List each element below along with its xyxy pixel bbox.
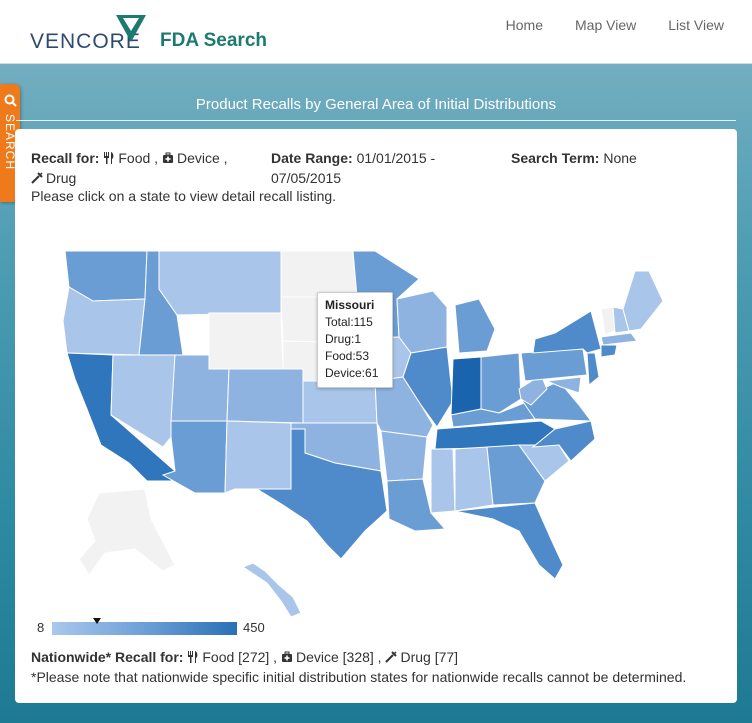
- state-north-dakota[interactable]: [280, 250, 358, 298]
- state-wyoming[interactable]: [208, 312, 284, 370]
- drug-icon: [385, 651, 398, 663]
- page-title: Product Recalls by General Area of Initi…: [195, 96, 557, 113]
- state-hawaii[interactable]: [241, 562, 302, 618]
- recall-types: Recall for: Food , Device , Drug: [31, 150, 228, 186]
- legend-max: 450: [243, 620, 265, 635]
- legend-value-marker-icon: [92, 618, 101, 624]
- state-florida[interactable]: [454, 502, 564, 580]
- title-divider: [16, 120, 736, 121]
- state-ohio[interactable]: [480, 352, 522, 414]
- nationwide-label: Nationwide* Recall for:: [31, 649, 184, 665]
- top-navbar: VENCORE FDA Search Home Map View List Vi…: [0, 0, 752, 64]
- tooltip-food: Food:53: [325, 349, 370, 363]
- recall-drug: Drug: [46, 170, 77, 186]
- tooltip-total: Total:115: [325, 315, 373, 329]
- date-value-end: 07/05/2015: [271, 170, 342, 186]
- state-arizona[interactable]: [161, 420, 228, 494]
- tooltip-state-name: Missouri: [325, 298, 375, 312]
- main-nav: Home Map View List View: [506, 17, 724, 33]
- nav-home[interactable]: Home: [506, 17, 543, 33]
- search-term: Search Term: None: [511, 148, 711, 168]
- nav-map-view[interactable]: Map View: [575, 17, 636, 33]
- recall-device: Device: [176, 150, 220, 166]
- nationwide-summary: Nationwide* Recall for: Food [272] , Dev…: [31, 649, 459, 665]
- state-alaska[interactable]: [78, 488, 176, 576]
- device-icon: [162, 152, 173, 163]
- search-term-label: Search Term:: [511, 150, 600, 166]
- drug-icon: [31, 172, 43, 184]
- food-icon: [188, 651, 198, 663]
- state-new-jersey[interactable]: [586, 352, 600, 386]
- nationwide-drug: Drug [77]: [400, 649, 459, 665]
- state-colorado[interactable]: [226, 368, 304, 424]
- state-connecticut[interactable]: [600, 344, 618, 358]
- date-label: Date Range:: [271, 150, 353, 166]
- content-panel: Recall for: Food , Device , Drug Date Ra…: [15, 129, 737, 703]
- state-wisconsin[interactable]: [396, 290, 448, 354]
- color-legend: 8 450: [37, 617, 277, 641]
- nav-list-view[interactable]: List View: [668, 17, 724, 33]
- tooltip-device: Device:61: [325, 366, 379, 380]
- state-tooltip: Missouri Total:115 Drug:1 Food:53 Device…: [317, 292, 393, 388]
- date-range: Date Range: 01/01/2015 - 07/05/2015: [271, 148, 491, 188]
- state-indiana[interactable]: [450, 356, 482, 416]
- app-title: FDA Search: [160, 30, 267, 51]
- date-value-start: 01/01/2015 -: [356, 150, 436, 166]
- state-montana[interactable]: [158, 250, 282, 316]
- state-new-york[interactable]: [532, 310, 602, 354]
- search-term-value: None: [603, 150, 637, 166]
- recall-food: Food: [118, 150, 151, 166]
- state-arkansas[interactable]: [380, 430, 428, 482]
- food-icon: [104, 152, 114, 164]
- map-instruction: Please click on a state to view detail r…: [31, 188, 337, 204]
- legend-gradient: [52, 618, 237, 635]
- state-maine[interactable]: [622, 270, 664, 332]
- state-michigan[interactable]: [454, 298, 496, 354]
- state-new-mexico[interactable]: [224, 420, 292, 494]
- nationwide-note: *Please note that nationwide specific in…: [31, 669, 687, 685]
- state-mississippi[interactable]: [430, 448, 456, 514]
- state-pennsylvania[interactable]: [520, 348, 588, 382]
- tooltip-drug: Drug:1: [325, 332, 362, 346]
- recall-label: Recall for:: [31, 150, 100, 166]
- nationwide-food: Food [272]: [202, 649, 270, 665]
- device-icon: [281, 651, 292, 662]
- legend-min: 8: [37, 620, 45, 635]
- vencore-logo-icon: [116, 15, 146, 42]
- nationwide-device: Device [328]: [295, 649, 374, 665]
- state-alabama[interactable]: [454, 446, 494, 512]
